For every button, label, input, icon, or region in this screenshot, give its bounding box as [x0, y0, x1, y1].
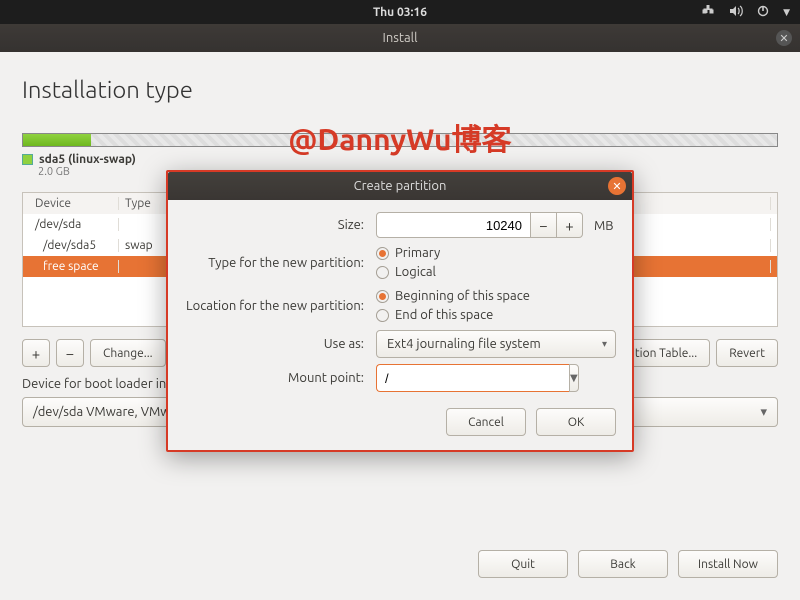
network-icon[interactable] — [701, 5, 715, 20]
cancel-button[interactable]: Cancel — [446, 408, 526, 436]
disk-legend: sda5 (linux-swap) — [22, 153, 778, 166]
top-panel: Thu 03:16 ▼ — [0, 0, 800, 24]
revert-button[interactable]: Revert — [716, 339, 778, 367]
quit-button[interactable]: Quit — [478, 550, 568, 578]
col-type: Type — [119, 197, 169, 210]
radio-icon — [376, 290, 389, 303]
radio-icon — [376, 309, 389, 322]
dialog-titlebar: Create partition ✕ — [168, 172, 632, 200]
page-title: Installation type — [22, 76, 778, 103]
size-input[interactable] — [376, 212, 531, 238]
add-button[interactable]: + — [22, 339, 50, 367]
wizard-footer: Quit Back Install Now — [478, 550, 778, 578]
mount-point-combo: ▼ — [376, 364, 561, 392]
legend-label: sda5 (linux-swap) — [39, 153, 136, 166]
mount-point-label: Mount point: — [184, 371, 364, 385]
window-titlebar: Install ✕ — [0, 24, 800, 52]
create-partition-dialog: Create partition ✕ Size: − + MB Type for… — [166, 170, 634, 452]
useas-label: Use as: — [184, 337, 364, 351]
radio-primary[interactable]: Primary — [376, 246, 616, 260]
back-button[interactable]: Back — [578, 550, 668, 578]
dialog-title-text: Create partition — [354, 179, 447, 193]
dialog-actions: Cancel OK — [184, 408, 616, 436]
radio-icon — [376, 247, 389, 260]
size-label: Size: — [184, 218, 364, 232]
disk-usage-bar — [22, 133, 778, 147]
clock-text: Thu 03:16 — [373, 6, 427, 19]
col-device: Device — [29, 197, 119, 210]
indicator-area: ▼ — [701, 5, 790, 20]
mount-point-input[interactable] — [376, 364, 569, 392]
disk-usage-segment — [23, 134, 91, 146]
chevron-down-icon[interactable]: ▼ — [783, 7, 790, 18]
radio-icon — [376, 266, 389, 279]
close-icon[interactable]: ✕ — [608, 177, 626, 195]
size-increment-button[interactable]: + — [557, 212, 583, 238]
size-spinbox: − + — [376, 212, 583, 238]
close-icon[interactable]: ✕ — [776, 30, 792, 46]
size-decrement-button[interactable]: − — [531, 212, 557, 238]
chevron-down-icon[interactable]: ▼ — [569, 364, 579, 392]
legend-color-swatch — [22, 154, 33, 165]
partition-type-label: Type for the new partition: — [184, 256, 364, 270]
ok-button[interactable]: OK — [536, 408, 616, 436]
radio-location-begin[interactable]: Beginning of this space — [376, 289, 616, 303]
power-icon[interactable] — [757, 5, 769, 20]
useas-value: Ext4 journaling file system — [387, 337, 541, 351]
radio-logical[interactable]: Logical — [376, 265, 616, 279]
window-title: Install — [383, 31, 418, 45]
install-button[interactable]: Install Now — [678, 550, 778, 578]
remove-button[interactable]: − — [56, 339, 84, 367]
change-button[interactable]: Change... — [90, 339, 166, 367]
dialog-body: Size: − + MB Type for the new partition:… — [168, 200, 632, 450]
radio-location-end[interactable]: End of this space — [376, 308, 616, 322]
useas-combo[interactable]: Ext4 journaling file system — [376, 330, 616, 358]
volume-icon[interactable] — [729, 5, 743, 20]
partition-location-label: Location for the new partition: — [184, 299, 364, 313]
size-unit: MB — [594, 219, 614, 233]
